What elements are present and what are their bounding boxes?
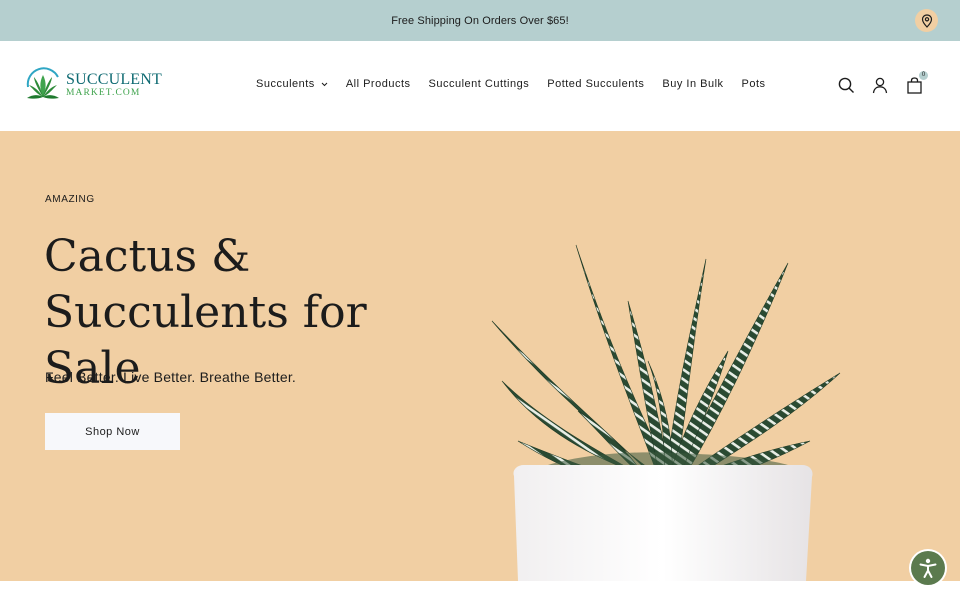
main-nav: Succulents All Products Succulent Cuttin… [256, 78, 766, 90]
logo-subtitle: MARKET.COM [65, 87, 141, 98]
nav-item-label: Succulents [256, 78, 315, 90]
hero-title-line-1: Cactus & [44, 231, 251, 282]
accessibility-button[interactable] [911, 551, 945, 585]
search-button[interactable] [836, 75, 856, 95]
announcement-bar: Free Shipping On Orders Over $65! [0, 0, 960, 41]
nav-item-pots[interactable]: Pots [742, 78, 766, 90]
potted-succulent-image [491, 244, 841, 581]
logo-name: SUCCULENT [65, 70, 162, 88]
hero-banner: AMAZING Cactus & Succulents for Sale Fee… [0, 131, 960, 581]
location-pin-icon [921, 13, 932, 28]
store-locator-button[interactable] [915, 9, 938, 32]
shopping-bag-icon [906, 76, 922, 94]
header-actions: 0 [836, 71, 928, 95]
nav-item-succulent-cuttings[interactable]: Succulent Cuttings [429, 78, 530, 90]
nav-item-all-products[interactable]: All Products [346, 78, 411, 90]
logo-link[interactable]: SUCCULENT MARKET.COM [22, 65, 162, 105]
shop-now-button[interactable]: Shop Now [45, 413, 180, 450]
chevron-down-icon [321, 82, 328, 86]
nav-item-potted-succulents[interactable]: Potted Succulents [547, 78, 644, 90]
cart-count-badge: 0 [919, 71, 928, 80]
site-header: SUCCULENT MARKET.COM Succulents All Prod… [0, 41, 960, 131]
user-icon [872, 77, 888, 93]
hero-subtitle: Feel Better. Live Better. Breathe Better… [45, 369, 297, 385]
cart-button[interactable]: 0 [904, 71, 928, 95]
page-bottom-strip [0, 581, 960, 600]
nav-item-succulents[interactable]: Succulents [256, 78, 328, 90]
hero-eyebrow: AMAZING [45, 194, 95, 205]
logo-wordmark: SUCCULENT MARKET.COM [65, 70, 162, 99]
search-icon [838, 77, 854, 93]
nav-item-buy-in-bulk[interactable]: Buy In Bulk [662, 78, 723, 90]
accessibility-icon [919, 558, 937, 578]
succulent-logo-icon [26, 67, 59, 99]
account-button[interactable] [870, 75, 890, 95]
announcement-text: Free Shipping On Orders Over $65! [391, 14, 569, 27]
